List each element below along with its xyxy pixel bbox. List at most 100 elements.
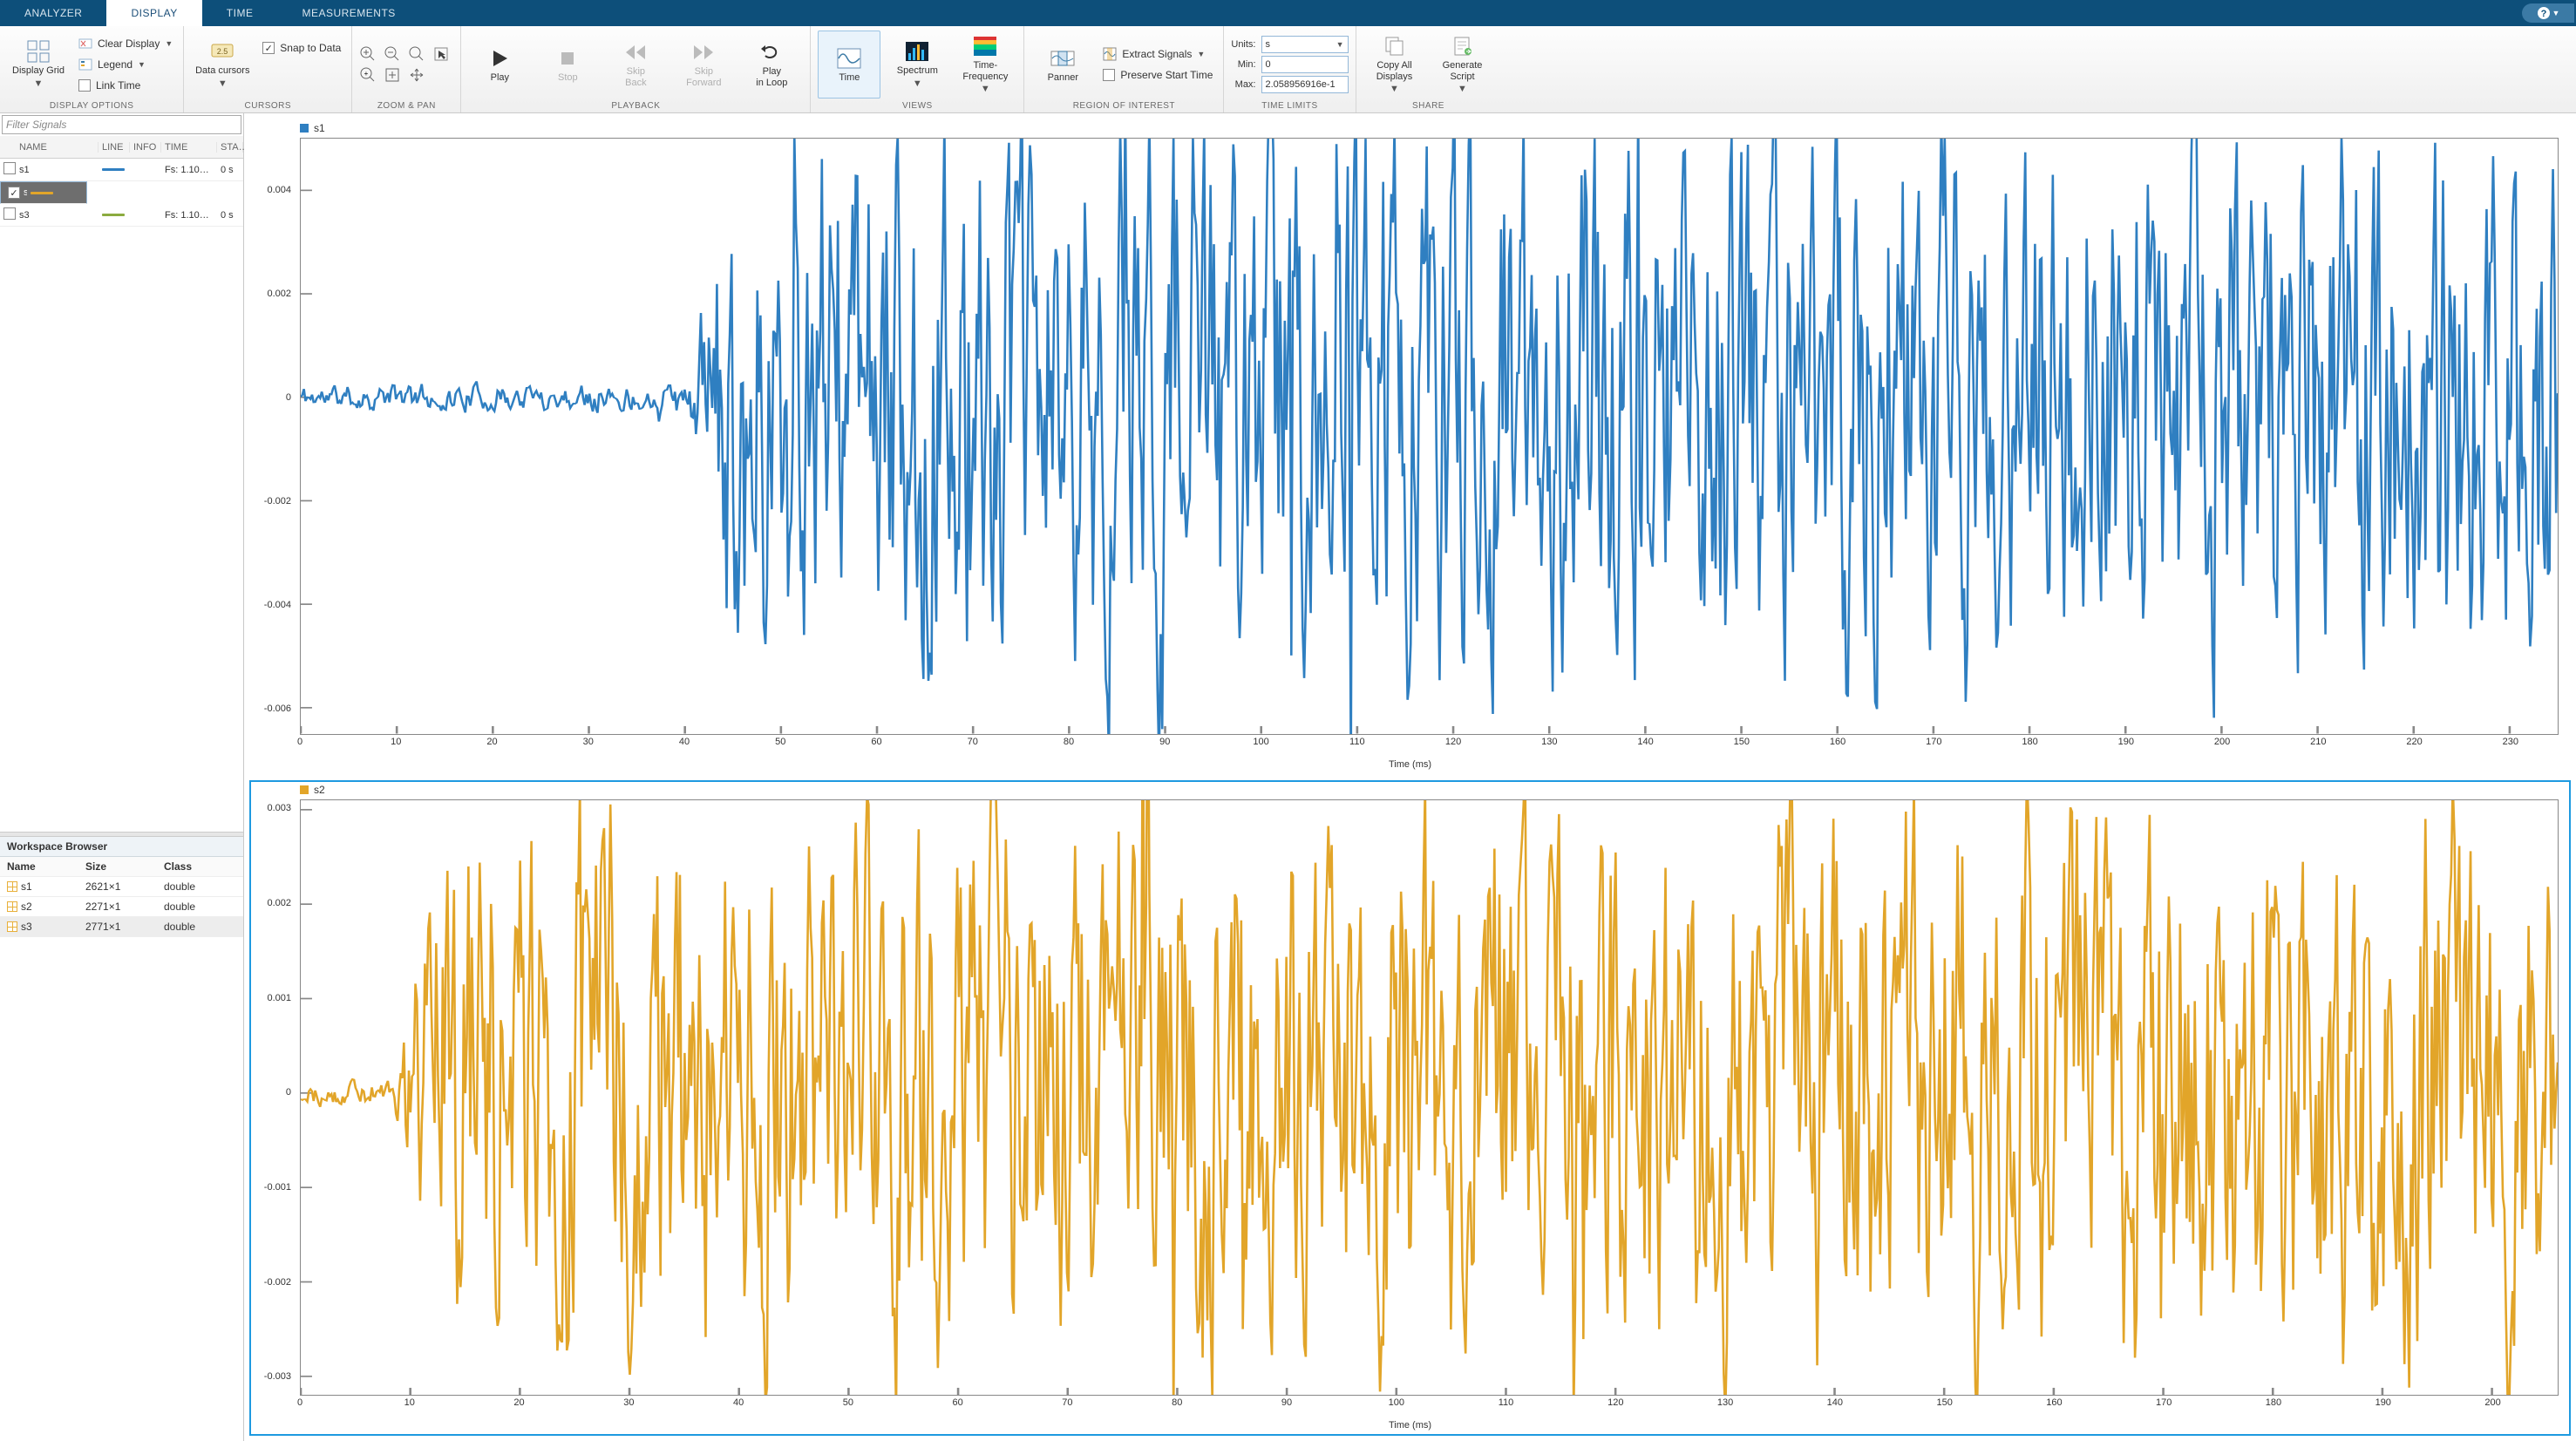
group-label: TIME LIMITS	[1231, 99, 1348, 112]
workspace-row-s1[interactable]: s12621×1double	[0, 877, 243, 897]
zoom-in-x-icon[interactable]	[359, 45, 380, 63]
x-tick: 170	[1926, 737, 1941, 747]
group-label: VIEWS	[818, 99, 1016, 112]
spectrum-view-button[interactable]: Spectrum▼	[886, 31, 948, 99]
filter-signals-input[interactable]: Filter Signals	[2, 115, 241, 134]
variable-icon	[7, 921, 17, 932]
y-tick: 0.003	[251, 803, 291, 813]
copy-all-displays-button[interactable]: Copy All Displays▼	[1363, 31, 1426, 99]
tab-display[interactable]: DISPLAY	[106, 0, 201, 26]
data-cursors-button[interactable]: 2.5 Data cursors▼	[191, 31, 254, 99]
checkbox-icon[interactable]	[3, 207, 16, 220]
tab-analyzer[interactable]: ANALYZER	[0, 0, 106, 26]
y-tick: 0.002	[251, 289, 291, 299]
signal-start: 0 s	[217, 210, 243, 221]
preserve-start-time-checkbox[interactable]: Preserve Start Time	[1099, 65, 1216, 85]
spectrogram-icon	[973, 34, 997, 58]
variable-icon	[7, 881, 17, 892]
ws-col-name[interactable]: Name	[7, 860, 85, 873]
signal-table: NAME LINE INFO TIME STA… s1Fs: 1.10…0 ss…	[0, 136, 243, 227]
extract-signals-button[interactable]: Extract Signals▼	[1099, 44, 1216, 64]
col-name[interactable]: NAME	[16, 142, 99, 153]
tab-measurements[interactable]: MEASUREMENTS	[277, 0, 419, 26]
group-label: CURSORS	[191, 99, 344, 112]
skip-back-button[interactable]: Skip Back	[604, 31, 667, 99]
time-view-button[interactable]: Time	[818, 31, 880, 99]
svg-text:2.5: 2.5	[217, 47, 228, 56]
signal-row-s3[interactable]: s3Fs: 1.10…0 s	[0, 204, 243, 227]
x-tick: 150	[1734, 737, 1750, 747]
x-tick: 10	[404, 1397, 415, 1408]
legend-button[interactable]: Legend▼	[75, 55, 176, 74]
pan-icon[interactable]	[408, 66, 429, 84]
signal-fs: Fs: 1.10…	[161, 165, 217, 175]
workspace-row-s3[interactable]: s32771×1double	[0, 917, 243, 937]
x-tick: 120	[1445, 737, 1461, 747]
units-label: Units:	[1231, 39, 1255, 50]
link-time-checkbox[interactable]: Link Time	[75, 76, 176, 95]
col-start[interactable]: STA…	[217, 142, 243, 153]
col-time[interactable]: TIME	[161, 142, 217, 153]
signal-row-s2[interactable]: s2Fs: 1.10…0 s	[0, 181, 87, 204]
y-tick: 0.001	[251, 993, 291, 1003]
x-tick: 20	[486, 737, 497, 747]
generate-script-button[interactable]: Generate Script▼	[1431, 31, 1494, 99]
extract-icon	[1103, 47, 1117, 61]
min-input[interactable]: 0	[1261, 56, 1349, 73]
checkbox-icon[interactable]	[8, 187, 20, 199]
ws-col-class[interactable]: Class	[164, 860, 236, 873]
x-tick: 180	[2022, 737, 2037, 747]
ribbon: Display Grid▼ Clear Display▼ Legend▼ Lin…	[0, 26, 2576, 113]
group-cursors: 2.5 Data cursors▼ Snap to Data CURSORS	[184, 26, 352, 112]
x-tick: 160	[1830, 737, 1845, 747]
snap-to-data-checkbox[interactable]: Snap to Data	[259, 38, 344, 58]
units-select[interactable]: s▼	[1261, 36, 1349, 53]
play-in-loop-button[interactable]: Play in Loop	[740, 31, 803, 99]
group-zoom-pan: + ZOOM & PAN	[352, 26, 461, 112]
x-axis-label: Time (ms)	[251, 1420, 2569, 1431]
legend-swatch	[300, 124, 309, 133]
zoom-out-x-icon[interactable]	[384, 45, 404, 63]
workspace-row-s2[interactable]: s22271×1double	[0, 897, 243, 917]
checkbox-icon	[1103, 69, 1115, 81]
clear-display-button[interactable]: Clear Display▼	[75, 34, 176, 53]
x-tick: 10	[391, 737, 401, 747]
help-button[interactable]: ? ▼	[2522, 3, 2574, 23]
signal-fs: Fs: 1.10…	[161, 210, 217, 221]
x-tick: 70	[1062, 1397, 1072, 1408]
col-line[interactable]: LINE	[99, 142, 130, 153]
ws-col-size[interactable]: Size	[85, 860, 164, 873]
x-tick: 160	[2046, 1397, 2062, 1408]
y-tick: 0.002	[251, 898, 291, 908]
checkbox-icon	[78, 79, 91, 92]
play-button[interactable]: Play	[468, 31, 531, 99]
max-label: Max:	[1231, 79, 1255, 90]
skip-forward-button[interactable]: Skip Forward	[672, 31, 735, 99]
pointer-icon[interactable]	[432, 45, 453, 63]
display-grid-button[interactable]: Display Grid▼	[7, 31, 70, 99]
signal-row-s1[interactable]: s1Fs: 1.10…0 s	[0, 159, 243, 181]
time-plot-s2[interactable]: s2-0.003-0.002-0.00100.0010.0020.0030102…	[251, 782, 2569, 1435]
x-tick: 200	[2484, 1397, 2500, 1408]
stop-button[interactable]: Stop	[536, 31, 599, 99]
checkbox-icon[interactable]	[3, 162, 16, 174]
panner-button[interactable]: Panner	[1031, 31, 1094, 99]
time-plot-s1[interactable]: s1-0.006-0.004-0.00200.0020.004010203040…	[251, 120, 2569, 773]
group-time-limits: Units: s▼ Min: 0 Max: 2.058956916e-1 TIM…	[1224, 26, 1356, 112]
copy-icon	[1383, 34, 1407, 58]
group-label: DISPLAY OPTIONS	[7, 99, 176, 112]
grid-icon	[26, 39, 51, 64]
x-tick: 20	[513, 1397, 524, 1408]
zoom-in-y-icon[interactable]: +	[359, 66, 380, 84]
max-input[interactable]: 2.058956916e-1	[1261, 76, 1349, 93]
left-panel: Filter Signals NAME LINE INFO TIME STA… …	[0, 113, 244, 1441]
x-tick: 220	[2406, 737, 2422, 747]
zoom-xy-icon[interactable]	[408, 45, 429, 63]
time-frequency-view-button[interactable]: Time-Frequency▼	[954, 31, 1016, 99]
group-share: Copy All Displays▼ Generate Script▼ SHAR…	[1356, 26, 1501, 112]
x-tick: 90	[1281, 1397, 1292, 1408]
min-label: Min:	[1231, 59, 1255, 70]
col-info[interactable]: INFO	[130, 142, 161, 153]
tab-time[interactable]: TIME	[202, 0, 278, 26]
fit-icon[interactable]	[384, 66, 404, 84]
